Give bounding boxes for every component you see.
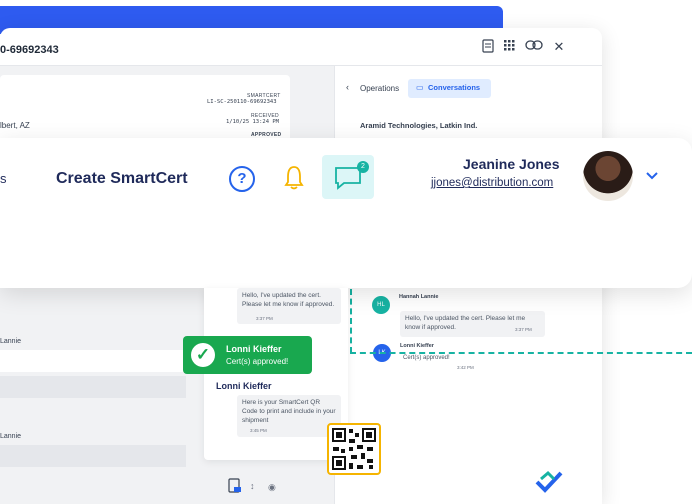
list-item[interactable] — [0, 350, 186, 372]
message-time: 3:37 PM — [515, 327, 532, 332]
avatar[interactable] — [583, 151, 633, 201]
chevron-down-icon[interactable] — [645, 168, 659, 184]
help-icon[interactable]: ? — [229, 166, 255, 192]
message-time: 3:37 PM — [256, 316, 273, 321]
list-item-name: Lannie — [0, 338, 22, 345]
eye-icon[interactable]: ◉ — [268, 482, 276, 493]
back-chevron-icon[interactable]: ‹ — [346, 82, 349, 92]
toast-sender: Lonni Kieffer — [226, 344, 282, 354]
brand-logo-icon — [534, 469, 564, 502]
qr-code[interactable] — [327, 423, 381, 475]
user-email-link[interactable]: jjones@distribution.com — [431, 177, 553, 189]
link-icon[interactable] — [525, 39, 543, 55]
sender-name: Lonni Kieffer — [400, 343, 434, 349]
message-bubble: Hello, I've updated the cert. Please let… — [400, 311, 545, 337]
received-time: 1/10/25 13:24 PM — [226, 119, 279, 125]
avatar-hl: HL — [372, 296, 390, 314]
document-id-title: 0-69692343 — [0, 44, 59, 56]
user-name: Jeanine Jones — [463, 156, 560, 172]
message-text: Hello, I've updated the cert. Please let… — [405, 315, 526, 331]
message-text: Hello, I've updated the cert. Please let… — [242, 292, 335, 308]
smartcert-id: LI-SC-250110-69692343 — [207, 99, 277, 105]
message-time: 3:42 PM — [457, 365, 474, 370]
document-card[interactable] — [0, 75, 290, 142]
tab-conversations-label: Conversations — [428, 83, 481, 92]
create-smartcert-button[interactable]: Create SmartCert — [56, 170, 188, 188]
list-item[interactable] — [0, 445, 186, 467]
message-text: Here is your SmartCert QR Code to print … — [242, 399, 336, 424]
message-time: 3:45 PM — [250, 428, 267, 433]
sort-icon[interactable]: ↕ — [250, 481, 255, 491]
list-item[interactable] — [0, 376, 186, 398]
location-text: lbert, AZ — [0, 121, 30, 130]
document-icon[interactable] — [480, 39, 496, 55]
notification-badge: 2 — [357, 161, 369, 173]
list-item-name: Lannie — [0, 433, 22, 440]
connector-line — [350, 352, 692, 354]
bell-icon[interactable] — [284, 165, 304, 196]
grid-icon[interactable] — [501, 39, 517, 55]
toast-message: Cert(s) approved! — [226, 357, 289, 366]
sender-name: Lonni Kieffer — [216, 381, 272, 391]
chat-bubble-icon: ▭ — [416, 83, 424, 92]
message-text: Cert(s) approved! — [403, 355, 450, 361]
pdf-icon[interactable] — [228, 478, 242, 499]
company-name: Aramid Technologies, Latkin Ind. — [360, 121, 478, 130]
message-bubble: Hello, I've updated the cert. Please let… — [237, 288, 341, 324]
sender-name: Hannah Lannie — [399, 294, 439, 300]
breadcrumb-operations[interactable]: Operations — [360, 84, 399, 93]
nav-item[interactable]: s — [0, 171, 7, 186]
close-icon[interactable]: ✕ — [551, 39, 567, 55]
checkmark-icon: ✓ — [191, 343, 215, 367]
